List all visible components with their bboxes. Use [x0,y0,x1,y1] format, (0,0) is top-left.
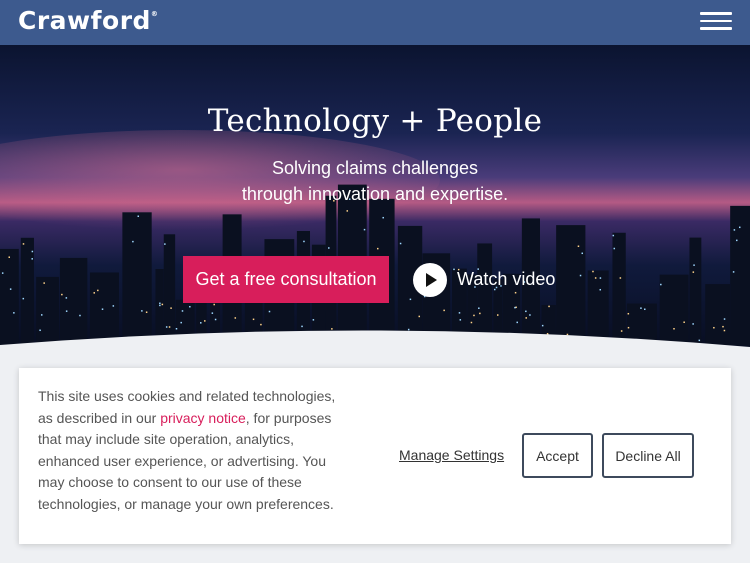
logo-registered-mark: ® [150,10,159,18]
watch-video-label: Watch video [457,269,556,289]
play-icon[interactable] [413,262,447,297]
accept-button[interactable]: Accept [522,433,593,478]
hero-title: Technology + People [207,103,543,139]
cookie-notice-text: This site uses cookies and related techn… [38,386,348,516]
top-navbar: Crawford® [0,0,750,45]
free-consultation-button[interactable]: Get a free consultation [183,256,389,303]
decline-all-button[interactable]: Decline All [602,433,694,478]
hero-subtitle-line-1: Solving claims challenges [271,158,479,178]
privacy-notice-link[interactable]: privacy notice [160,410,246,426]
hero-banner: Technology + People Solving claims chall… [0,45,750,360]
hero-subtitle: Solving claims challenges through innova… [0,155,750,207]
hero-subtitle-line-2: through innovation and expertise. [241,184,509,204]
hamburger-menu-icon[interactable] [700,12,732,34]
logo-text: Crawford [18,6,151,35]
watch-video-button[interactable]: Watch video [413,262,555,297]
manage-settings-link[interactable]: Manage Settings [399,447,504,463]
crawford-logo[interactable]: Crawford® [18,6,158,35]
cookie-consent-banner: This site uses cookies and related techn… [19,368,731,544]
